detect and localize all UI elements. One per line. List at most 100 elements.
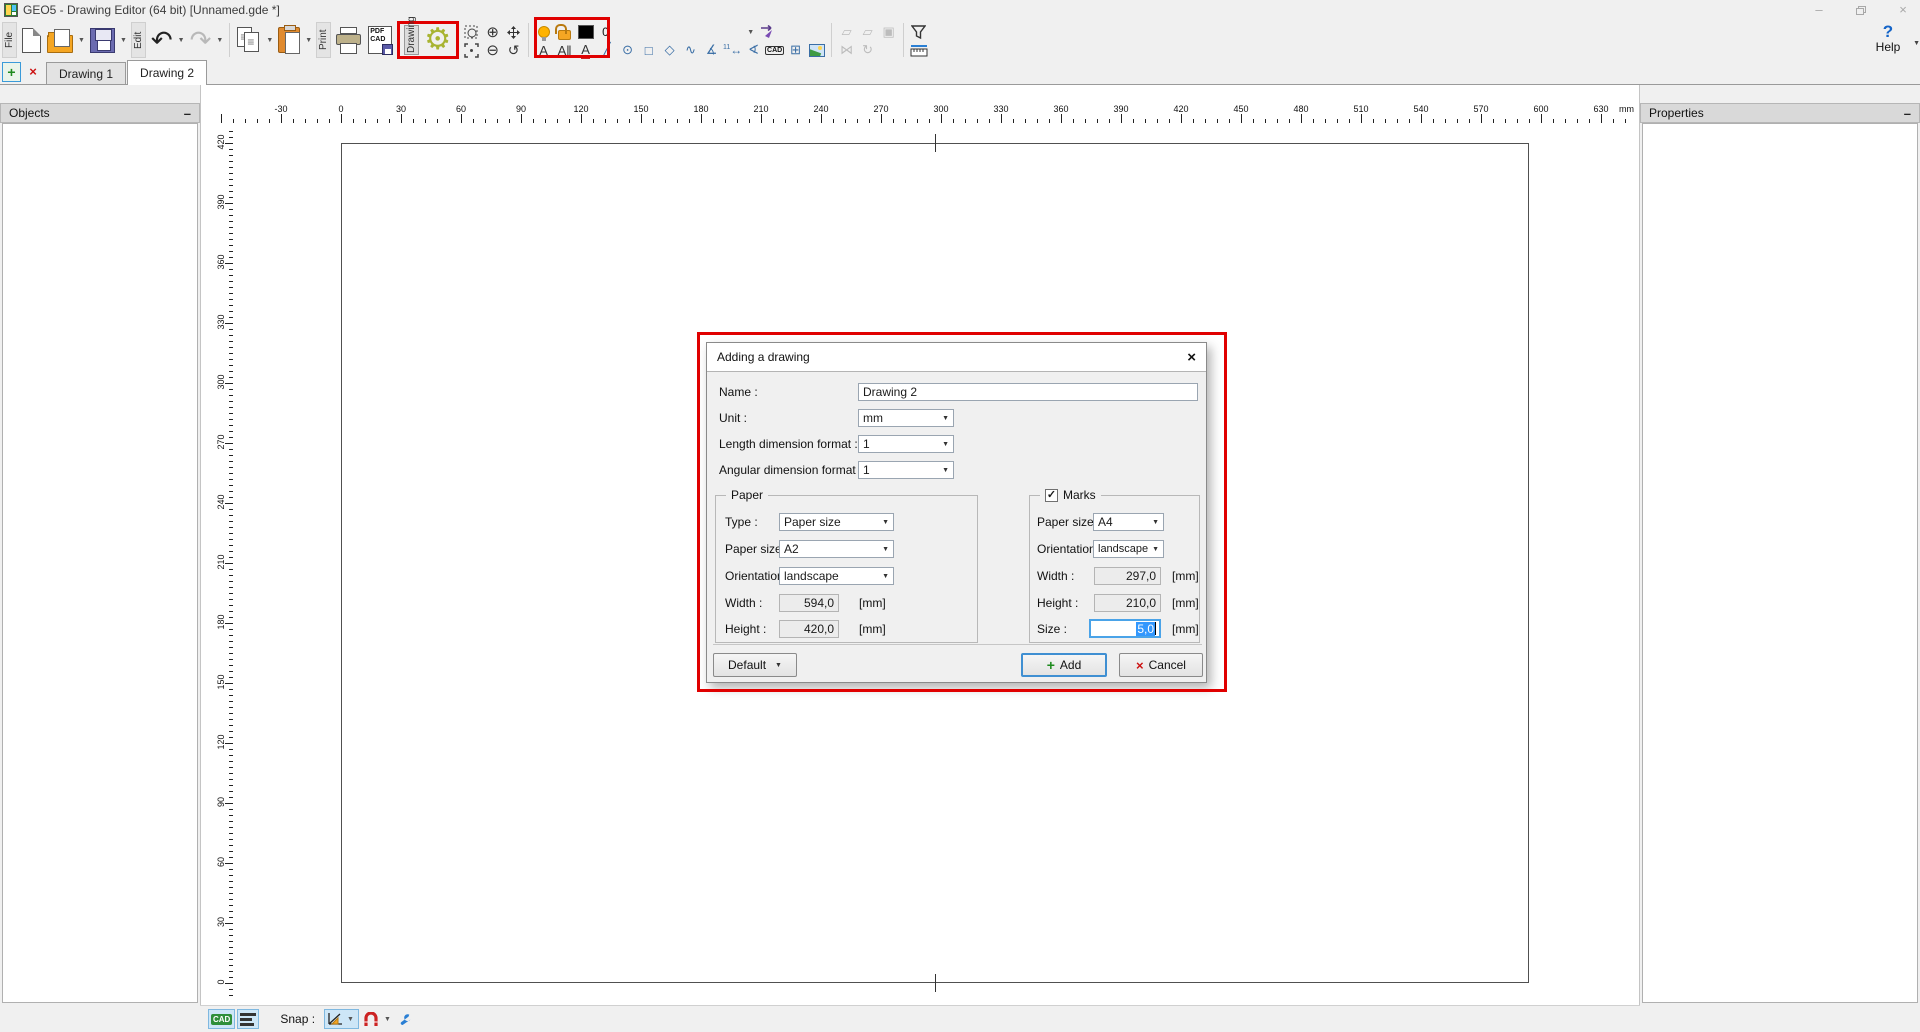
measure-angle-tool[interactable]: ∡ [701, 41, 722, 59]
dialog-close-button[interactable]: × [1187, 349, 1196, 366]
file-menu[interactable]: File [2, 22, 17, 58]
v-ruler-tick [229, 971, 233, 972]
length-format-select[interactable]: 1▼ [858, 435, 954, 453]
unit-select[interactable]: mm▼ [858, 409, 954, 427]
length-format-label: Length dimension format : [719, 437, 858, 451]
line-style-dropdown[interactable]: ▼ [747, 29, 754, 36]
spline-tool[interactable]: ∿ [680, 41, 701, 59]
v-ruler-tick [229, 881, 233, 882]
h-ruler-tick [1097, 119, 1098, 123]
open-dropdown[interactable]: ▼ [78, 37, 85, 44]
cad-mode-button[interactable]: CAD [208, 1009, 235, 1029]
marks-paper-size-select[interactable]: A4▼ [1093, 513, 1164, 531]
help-dropdown[interactable]: ▼ [1913, 40, 1920, 47]
text-block-tool[interactable]: A‖ [554, 41, 575, 59]
paste-dropdown[interactable]: ▼ [305, 37, 312, 44]
remove-drawing-button[interactable]: × [24, 62, 42, 82]
line-style-panel-button[interactable] [237, 1009, 259, 1029]
default-button[interactable]: Default▼ [713, 653, 797, 677]
tab-drawing-2[interactable]: Drawing 2 [127, 60, 207, 85]
rectangle-tool[interactable]: □ [638, 41, 659, 59]
rotate-button[interactable]: ↻ [857, 41, 878, 59]
paper-orientation-select[interactable]: landscape▼ [779, 567, 894, 585]
save-button[interactable] [88, 22, 117, 58]
table-tool[interactable]: ⊞ [785, 41, 806, 59]
zoom-out-button[interactable]: ⊖ [482, 41, 503, 59]
print-menu[interactable]: Print [316, 22, 331, 58]
drawing-settings-button[interactable]: ⚙ [422, 25, 453, 55]
dialog-title-bar[interactable]: Adding a drawing × [707, 343, 1206, 372]
zoom-fit-button[interactable] [461, 41, 482, 59]
redo-button[interactable]: ↷ [188, 22, 214, 58]
h-ruler-tick [281, 114, 282, 123]
marks-size-input[interactable]: 5,0 [1089, 619, 1161, 638]
filter-button[interactable] [908, 23, 929, 41]
v-ruler-tick [229, 755, 233, 756]
line-style-combo[interactable]: 0 ▼ [596, 23, 756, 41]
angular-format-select[interactable]: 1▼ [858, 461, 954, 479]
snap-mode-button[interactable]: ▼ [324, 1009, 359, 1029]
copy-objects-button[interactable]: ▱ [836, 23, 857, 41]
cancel-button[interactable]: ×Cancel [1119, 653, 1203, 677]
minimize-button[interactable]: – [1808, 0, 1830, 20]
cad-block-tool[interactable]: CAD [764, 41, 785, 59]
copy-button[interactable] [235, 22, 263, 58]
image-tool[interactable] [806, 41, 827, 59]
color-picker-button[interactable] [575, 23, 596, 41]
text-underline-tool[interactable]: A [575, 41, 596, 59]
marks-orientation-select[interactable]: landscape▼ [1093, 540, 1164, 558]
redo-dropdown[interactable]: ▼ [216, 37, 223, 44]
restore-button[interactable] [1856, 6, 1866, 15]
marks-checkbox[interactable]: ✓ [1045, 489, 1058, 502]
tab-drawing-1[interactable]: Drawing 1 [46, 62, 126, 84]
polygon-tool[interactable]: ◇ [659, 41, 680, 59]
print-button[interactable] [334, 22, 364, 58]
edit-menu[interactable]: Edit [131, 22, 146, 58]
cancel-x-icon: × [1136, 658, 1144, 673]
add-button[interactable]: +Add [1021, 653, 1107, 677]
measure-button[interactable] [908, 41, 929, 59]
name-input[interactable]: Drawing 2 [858, 383, 1198, 401]
text-tool[interactable]: A [533, 41, 554, 59]
objects-panel-body[interactable] [2, 123, 198, 1003]
magnet-dropdown[interactable]: ▼ [384, 1016, 391, 1023]
undo-dropdown[interactable]: ▼ [178, 37, 185, 44]
settings-wrench-button[interactable] [394, 1009, 414, 1029]
h-ruler-tick [1373, 119, 1374, 123]
lock-button[interactable] [554, 23, 575, 41]
properties-panel-body[interactable] [1642, 123, 1918, 1003]
h-ruler-number: 570 [1466, 104, 1496, 114]
close-button[interactable]: × [1892, 0, 1914, 20]
open-file-button[interactable] [45, 22, 75, 58]
insert-layer-button[interactable] [756, 23, 777, 41]
zoom-in-button[interactable]: ⊕ [482, 23, 503, 41]
drawing-menu[interactable]: Drawing [404, 25, 419, 55]
v-ruler-tick [229, 479, 233, 480]
angular-dimension-tool[interactable]: ∢ [743, 41, 764, 59]
undo-button[interactable]: ↶ [149, 22, 175, 58]
new-file-button[interactable] [20, 22, 43, 58]
mirror-button[interactable]: ⋈ [836, 41, 857, 59]
add-drawing-button[interactable]: + [2, 62, 21, 82]
image-icon [809, 44, 825, 57]
paper-type-select[interactable]: Paper size▼ [779, 513, 894, 531]
copy-stack-button[interactable]: ▣ [878, 23, 899, 41]
help-area[interactable]: ? Help ▼ [1864, 24, 1912, 54]
copy-dropdown[interactable]: ▼ [266, 37, 273, 44]
line-tool[interactable]: ╱ [596, 41, 617, 59]
dimension-tool[interactable]: 11↔ [722, 41, 743, 59]
paste-button[interactable] [276, 22, 302, 58]
previous-view-button[interactable]: ↺ [503, 41, 524, 59]
snap-dropdown[interactable]: ▼ [347, 1016, 354, 1023]
paper-size-select[interactable]: A2▼ [779, 540, 894, 558]
circle-tool[interactable]: ⊙ [617, 41, 638, 59]
copy-objects-2-button[interactable]: ▱ [857, 23, 878, 41]
pan-button[interactable] [503, 23, 524, 41]
save-dropdown[interactable]: ▼ [120, 37, 127, 44]
properties-minimize-button[interactable]: – [1904, 106, 1911, 121]
export-pdf-cad-button[interactable]: PDFCAD [366, 22, 394, 58]
magnet-button[interactable] [361, 1009, 381, 1029]
zoom-window-button[interactable] [461, 23, 482, 41]
objects-minimize-button[interactable]: – [184, 106, 191, 121]
visibility-button[interactable] [533, 23, 554, 41]
